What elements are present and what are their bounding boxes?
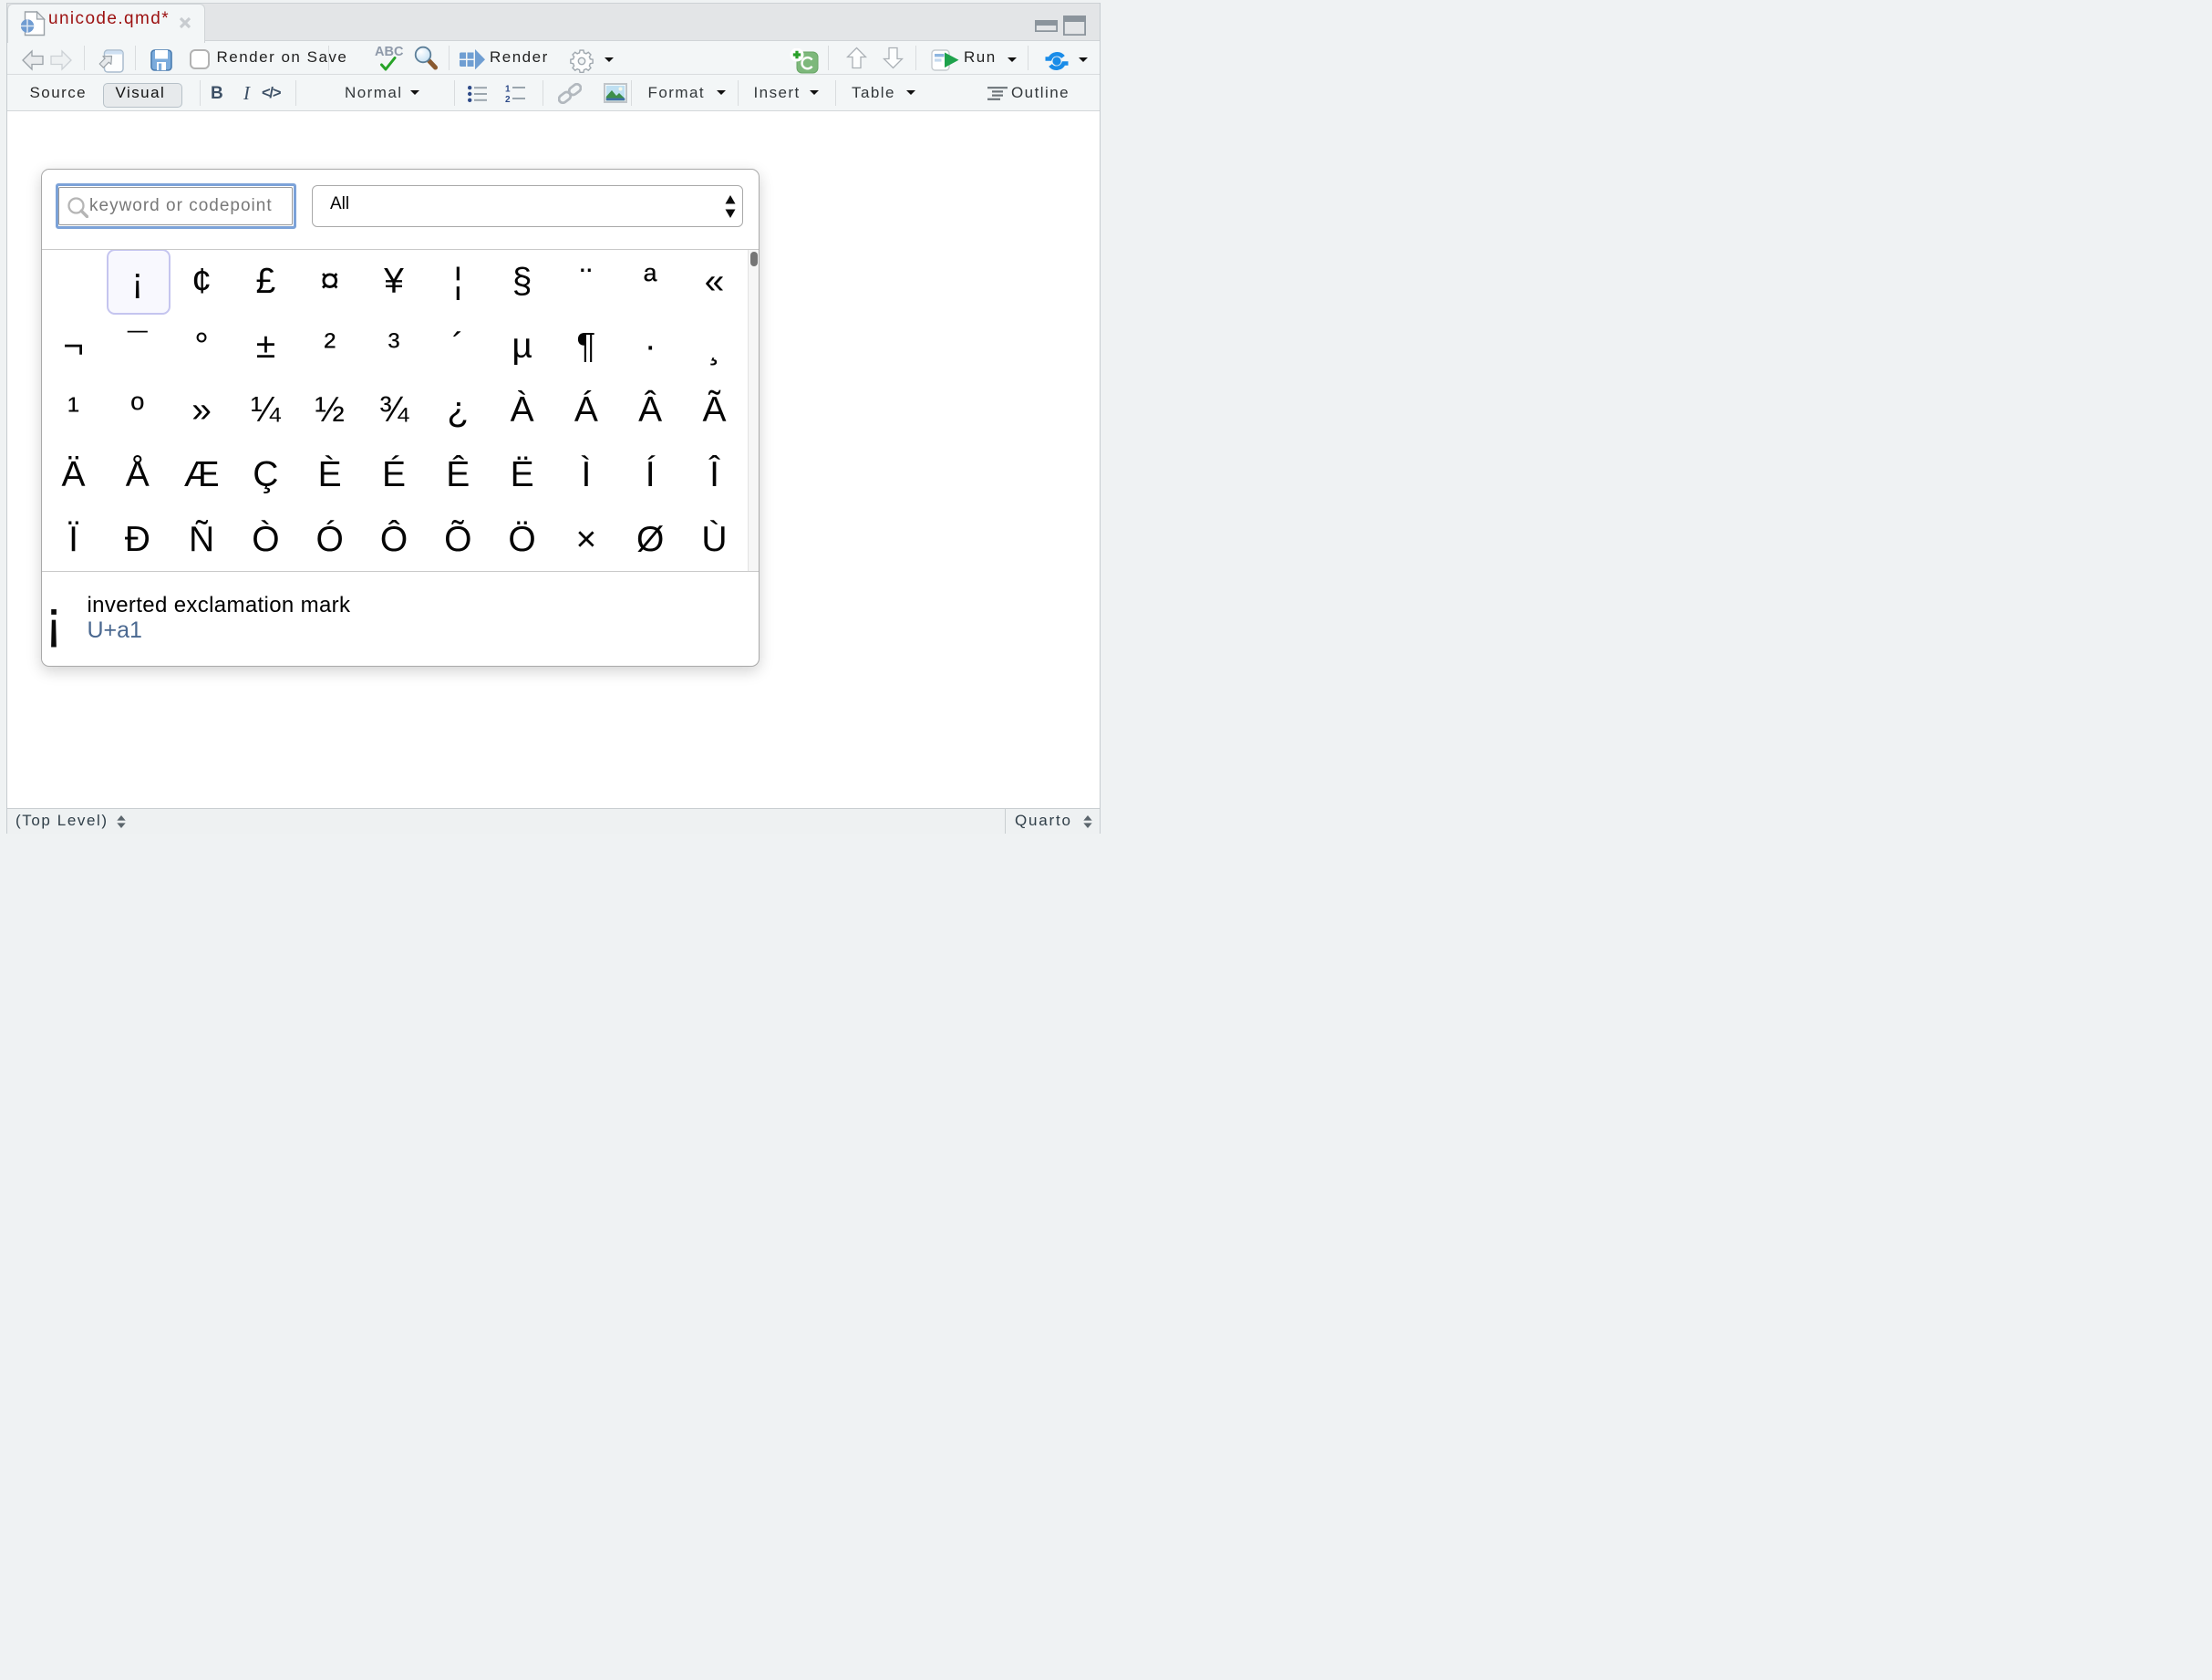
svg-text:1: 1 — [505, 85, 511, 95]
svg-text:2: 2 — [505, 95, 511, 103]
